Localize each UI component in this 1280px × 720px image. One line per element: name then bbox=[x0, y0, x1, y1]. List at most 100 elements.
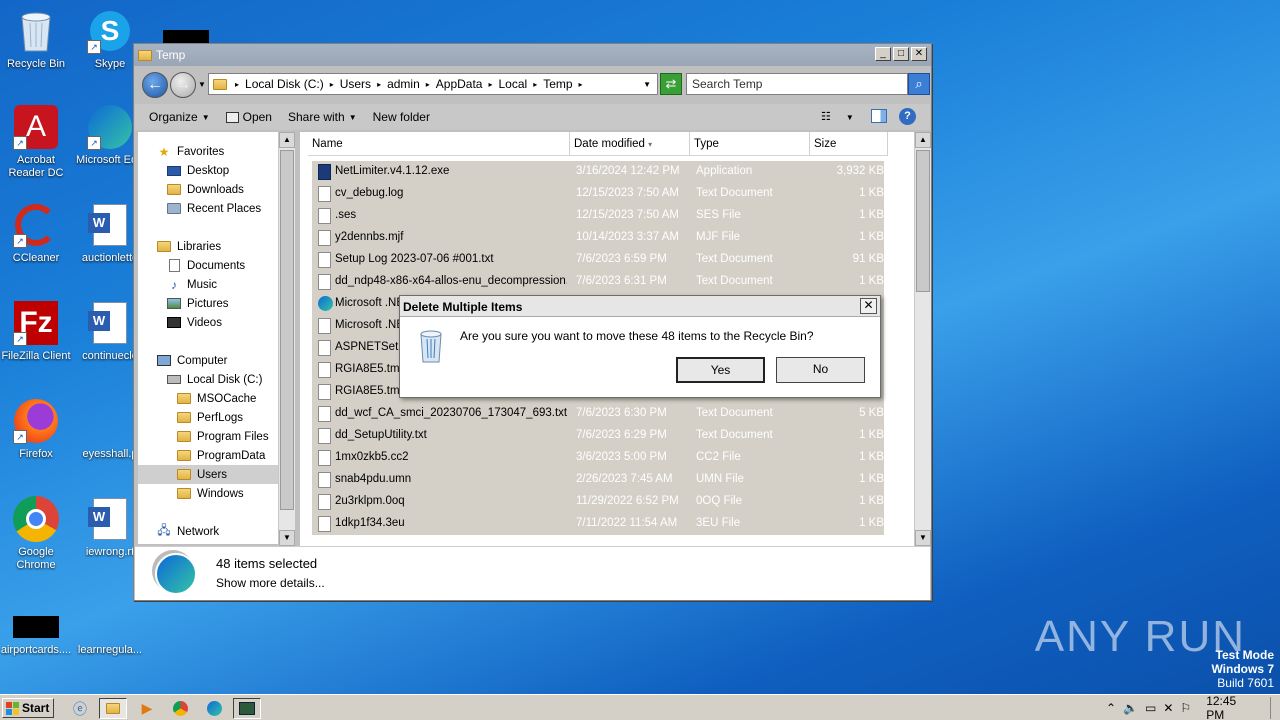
open-button[interactable]: Open bbox=[218, 110, 280, 124]
nav-computer[interactable]: Computer bbox=[156, 351, 228, 370]
nav-music[interactable]: ♪ Music bbox=[166, 275, 217, 294]
scroll-up-arrow-icon[interactable]: ▲ bbox=[915, 132, 931, 148]
volume-icon[interactable]: 🔈 bbox=[1123, 701, 1138, 715]
desktop-icon-ccleaner[interactable]: ↗ CCleaner bbox=[0, 202, 76, 265]
back-button[interactable]: ← bbox=[142, 72, 168, 98]
forward-button[interactable]: → bbox=[170, 72, 196, 98]
file-row[interactable]: 1mx0zkb5.cc2 3/6/2023 5:00 PM CC2 File 1 KB bbox=[312, 447, 884, 469]
preview-pane-button[interactable] bbox=[871, 109, 887, 123]
recent-pages-dropdown[interactable]: ▼ bbox=[198, 80, 206, 89]
file-list-scrollbar[interactable]: ▲ ▼ bbox=[914, 132, 931, 546]
nav-libraries[interactable]: Libraries bbox=[156, 237, 221, 256]
help-button[interactable]: ? bbox=[899, 108, 916, 125]
file-row[interactable]: y2dennbs.mjf 10/14/2023 3:37 AM MJF File 1 … bbox=[312, 227, 884, 249]
file-row[interactable]: cv_debug.log 12/15/2023 7:50 AM Text Docum… bbox=[312, 183, 884, 205]
nav-programdata[interactable]: ProgramData bbox=[176, 446, 265, 465]
view-options-button[interactable]: ☷ ▼ bbox=[821, 110, 854, 123]
breadcrumb-item[interactable]: admin bbox=[387, 77, 420, 91]
organize-menu[interactable]: Organize ▼ bbox=[141, 110, 218, 124]
scroll-down-arrow-icon[interactable]: ▼ bbox=[915, 530, 931, 546]
column-header-type[interactable]: Type bbox=[690, 132, 810, 156]
breadcrumb-separator-icon[interactable]: ▸ bbox=[330, 80, 334, 89]
start-button[interactable]: Start bbox=[2, 698, 54, 718]
file-row[interactable]: dd_ndp48-x86-x64-allos-enu_decompression… bbox=[312, 271, 884, 293]
no-button[interactable]: No bbox=[776, 357, 865, 383]
breadcrumb-separator-icon[interactable]: ▸ bbox=[426, 80, 430, 89]
file-row[interactable]: 2u3rklpm.0oq 11/29/2022 6:52 PM 0OQ File 1 … bbox=[312, 491, 884, 513]
show-hidden-icons-icon[interactable]: ⌃ bbox=[1106, 701, 1116, 715]
action-center-flag-icon[interactable]: ⚐ bbox=[1180, 701, 1191, 715]
search-button[interactable]: ⌕ bbox=[908, 73, 930, 95]
search-input[interactable]: Search Temp bbox=[686, 73, 908, 95]
taskbar-edge-icon[interactable] bbox=[200, 698, 228, 719]
minimize-button[interactable]: _ bbox=[875, 47, 891, 61]
address-bar[interactable]: ▸ Local Disk (C:) ▸ Users ▸ admin ▸ AppD… bbox=[208, 73, 658, 95]
clock[interactable]: 12:45 PM bbox=[1206, 694, 1257, 720]
file-row[interactable]: Setup Log 2023-07-06 #001.txt 7/6/2023 6:… bbox=[312, 249, 884, 271]
nav-local-disk[interactable]: Local Disk (C:) bbox=[166, 370, 262, 389]
desktop-icon-airportcards[interactable]: airportcards.... bbox=[0, 614, 76, 657]
breadcrumb-item[interactable]: AppData bbox=[436, 77, 483, 91]
file-row[interactable]: snab4pdu.umn 2/26/2023 7:45 AM UMN File 1 K… bbox=[312, 469, 884, 491]
nav-perflogs[interactable]: PerfLogs bbox=[176, 408, 243, 427]
nav-documents[interactable]: Documents bbox=[166, 256, 245, 275]
nav-favorites[interactable]: ★ Favorites bbox=[156, 142, 225, 161]
file-row[interactable]: .ses 12/15/2023 7:50 AM SES File 1 KB bbox=[312, 205, 884, 227]
show-more-details-link[interactable]: Show more details... bbox=[216, 576, 325, 590]
desktop-icon-learnregula[interactable]: learnregula... bbox=[70, 614, 150, 657]
nav-recent-places[interactable]: Recent Places bbox=[166, 199, 261, 218]
window-titlebar[interactable]: Temp _ □ ✕ bbox=[134, 44, 931, 66]
breadcrumb-separator-icon[interactable]: ▸ bbox=[533, 80, 537, 89]
desktop-icon-filezilla[interactable]: Fz ↗ FileZilla Client bbox=[0, 300, 76, 363]
scroll-up-arrow-icon[interactable]: ▲ bbox=[279, 132, 295, 148]
breadcrumb-item[interactable]: Local bbox=[499, 77, 528, 91]
dialog-close-button[interactable]: ✕ bbox=[860, 298, 877, 314]
desktop-icon-firefox[interactable]: ↗ Firefox bbox=[0, 398, 76, 461]
maximize-button[interactable]: □ bbox=[893, 47, 909, 61]
breadcrumb-item[interactable]: Temp bbox=[543, 77, 572, 91]
scroll-thumb[interactable] bbox=[280, 150, 294, 510]
nav-users[interactable]: Users bbox=[138, 465, 282, 484]
show-desktop-button[interactable] bbox=[1270, 697, 1280, 719]
desktop-icon-acrobat[interactable]: A ↗ Acrobat Reader DC bbox=[0, 104, 76, 180]
taskbar-media-player-icon[interactable]: ▶ bbox=[133, 698, 161, 719]
column-header-name[interactable]: Name bbox=[308, 132, 570, 156]
column-header-size[interactable]: Size bbox=[810, 132, 888, 156]
nav-videos[interactable]: Videos bbox=[166, 313, 222, 332]
breadcrumb-separator-icon[interactable]: ▸ bbox=[235, 80, 239, 89]
close-button[interactable]: ✕ bbox=[911, 47, 927, 61]
file-row[interactable]: dd_wcf_CA_smci_20230706_173047_693.txt 7/… bbox=[312, 403, 884, 425]
nav-windows[interactable]: Windows bbox=[176, 484, 244, 503]
taskbar-netlimiter-icon[interactable] bbox=[233, 698, 261, 719]
nav-network[interactable]: 🖧 Network bbox=[156, 522, 219, 541]
taskbar-explorer-icon[interactable] bbox=[99, 698, 127, 719]
breadcrumb-separator-icon[interactable]: ▸ bbox=[377, 80, 381, 89]
share-with-menu[interactable]: Share with ▼ bbox=[280, 110, 365, 124]
column-header-date-modified[interactable]: Date modified ▾ bbox=[570, 132, 690, 156]
breadcrumb-item[interactable]: Users bbox=[340, 77, 371, 91]
address-dropdown-icon[interactable]: ▼ bbox=[643, 80, 651, 89]
breadcrumb-separator-icon[interactable]: ▸ bbox=[488, 80, 492, 89]
nav-pane-scrollbar[interactable]: ▲ ▼ bbox=[278, 132, 295, 546]
taskbar-chrome-icon[interactable] bbox=[166, 698, 194, 719]
file-row[interactable]: dd_SetupUtility.txt 7/6/2023 6:29 PM Text … bbox=[312, 425, 884, 447]
desktop-icon-chrome[interactable]: Google Chrome bbox=[0, 496, 76, 572]
nav-program-files[interactable]: Program Files bbox=[176, 427, 269, 446]
file-row[interactable]: 1dkp1f34.3eu 7/11/2022 11:54 AM 3EU File 1 … bbox=[312, 513, 884, 535]
breadcrumb-item[interactable]: Local Disk (C:) bbox=[245, 77, 324, 91]
file-row[interactable]: NetLimiter.v4.1.12.exe 3/16/2024 12:42 PM… bbox=[312, 161, 884, 183]
breadcrumb-separator-icon[interactable]: ▸ bbox=[579, 80, 583, 89]
network-icon[interactable]: ▭ bbox=[1145, 701, 1156, 715]
refresh-button[interactable]: ⇄ bbox=[660, 73, 682, 95]
nav-downloads[interactable]: Downloads bbox=[166, 180, 244, 199]
nav-desktop[interactable]: Desktop bbox=[166, 161, 229, 180]
desktop-icon-recycle-bin[interactable]: Recycle Bin bbox=[0, 8, 76, 71]
scroll-down-arrow-icon[interactable]: ▼ bbox=[279, 530, 295, 546]
yes-button[interactable]: Yes bbox=[676, 357, 765, 383]
scroll-thumb[interactable] bbox=[916, 150, 930, 292]
nav-msocache[interactable]: MSOCache bbox=[176, 389, 256, 408]
new-folder-button[interactable]: New folder bbox=[365, 110, 438, 124]
taskbar-ie-icon[interactable]: ⓔ bbox=[66, 698, 94, 719]
speaker-muted-icon[interactable]: ✕ bbox=[1163, 701, 1173, 715]
dialog-title[interactable]: Delete Multiple Items bbox=[400, 296, 880, 317]
